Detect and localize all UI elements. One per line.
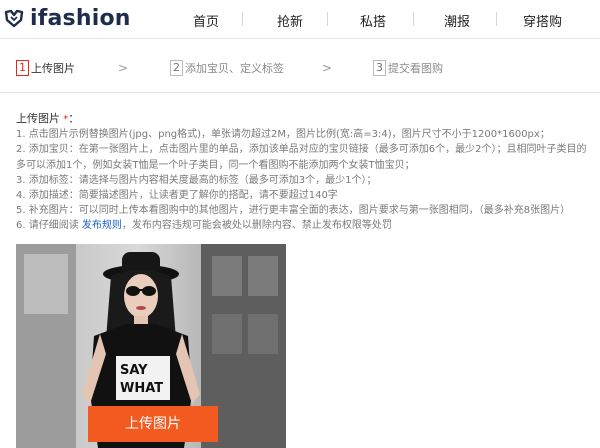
title-colon: ： bbox=[68, 112, 80, 125]
step-arrow-icon: > bbox=[118, 61, 129, 75]
instruction-line: 2. 添加宝贝：在第一张图片上，点击图片里的单品，添加该单品对应的宝贝链接（最多… bbox=[16, 144, 587, 156]
step-arrow-icon: > bbox=[322, 61, 333, 75]
nav-private-match[interactable]: 私搭 bbox=[360, 11, 386, 30]
nav-new[interactable]: 抢新 bbox=[277, 11, 303, 30]
step-number: 3 bbox=[373, 60, 386, 76]
progress-steps: 1 上传图片 > 2 添加宝贝、定义标签 > 3 提交看图购 bbox=[0, 58, 600, 82]
instruction-line: 3. 添加标签：请选择与图片内容相关度最高的标签（最多可添加3个，最少1个）； bbox=[16, 174, 377, 186]
instructions-title-row: 上传图片 *： bbox=[16, 111, 600, 127]
shirt-text-what: WHAT bbox=[120, 381, 163, 396]
upload-image-button[interactable]: 上传图片 bbox=[88, 406, 218, 442]
rules-suffix: ，发布内容违规可能会被处以删除内容、禁止发布权限等处罚 bbox=[121, 220, 392, 232]
step-label: 提交看图购 bbox=[388, 62, 443, 75]
step-upload-image: 1 上传图片 bbox=[16, 60, 75, 76]
steps-divider bbox=[0, 92, 600, 93]
upload-instructions: 上传图片 *： 1. 点击图片示例替换图片(jpg、png格式)，单张请勿超过2… bbox=[16, 111, 600, 234]
step-number: 2 bbox=[170, 60, 183, 76]
nav-divider bbox=[242, 12, 243, 26]
header-divider bbox=[0, 38, 600, 39]
nav-outfit-shop[interactable]: 穿搭购 bbox=[523, 11, 562, 30]
site-header: ifashion 首页 抢新 私搭 潮报 穿搭购 bbox=[0, 0, 600, 38]
site-logo[interactable]: ifashion bbox=[4, 4, 131, 32]
shirt-text-say: SAY bbox=[120, 363, 148, 378]
instruction-line: 5. 补充图片：可以同时上传本看图购中的其他图片，进行更丰富全面的表达，图片要求… bbox=[16, 205, 571, 217]
step-label: 上传图片 bbox=[31, 62, 75, 75]
instruction-line-rules: 6. 请仔细阅读 发布规则，发布内容违规可能会被处以删除内容、禁止发布权限等处罚 bbox=[16, 218, 600, 233]
step-submit: 3 提交看图购 bbox=[373, 60, 443, 76]
heart-logo-icon bbox=[4, 9, 24, 28]
nav-divider bbox=[496, 12, 497, 26]
step-number: 1 bbox=[16, 60, 29, 76]
publish-rules-link[interactable]: 发布规则 bbox=[82, 220, 122, 231]
nav-trend-report[interactable]: 潮报 bbox=[444, 11, 470, 30]
logo-text: ifashion bbox=[30, 5, 131, 31]
step-add-items: 2 添加宝贝、定义标签 bbox=[170, 60, 284, 76]
nav-divider bbox=[413, 12, 414, 26]
instruction-line: 多可以添加1个，例如女装T恤是一个叶子类目，同一个看图购不能添加两个女装T恤宝贝… bbox=[16, 159, 415, 171]
instruction-line: 4. 添加描述：简要描述图片，让读者更了解你的搭配，请不要超过140字 bbox=[16, 190, 338, 202]
step-label: 添加宝贝、定义标签 bbox=[185, 62, 284, 75]
instruction-line: 1. 点击图片示例替换图片(jpg、png格式)，单张请勿超过2M，图片比例(宽… bbox=[16, 129, 550, 141]
instructions-title: 上传图片 bbox=[16, 112, 60, 125]
nav-divider bbox=[327, 12, 328, 26]
rules-prefix: 6. 请仔细阅读 bbox=[16, 220, 82, 232]
nav-home[interactable]: 首页 bbox=[193, 11, 219, 30]
